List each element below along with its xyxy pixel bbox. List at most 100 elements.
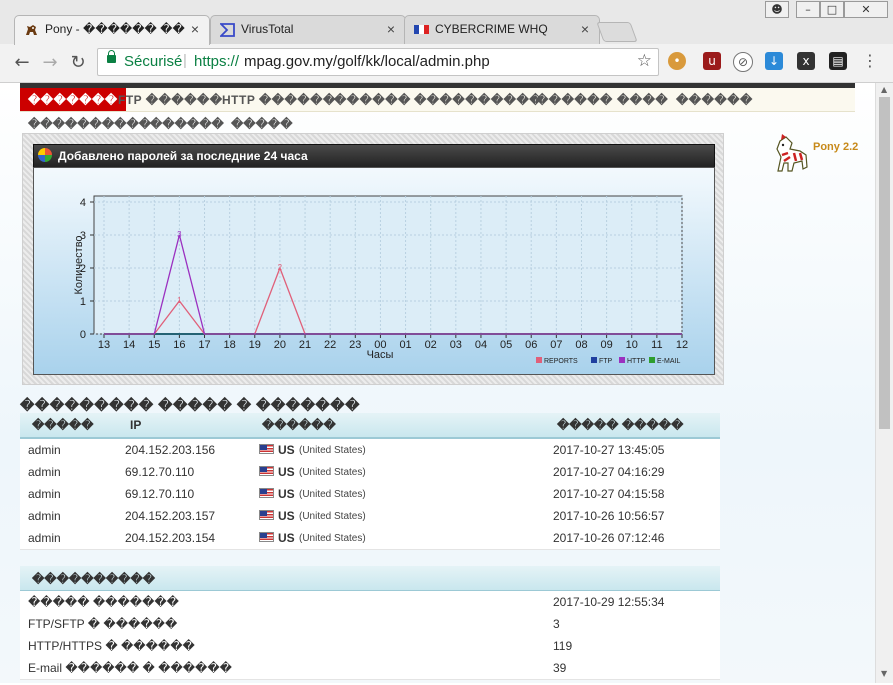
col-ip-header: IP: [130, 418, 142, 432]
time-cell: 2017-10-26 10:56:57: [553, 509, 665, 523]
legend-swatch: [649, 357, 655, 363]
x-extension-icon[interactable]: x: [797, 52, 815, 70]
x-tick-label: 17: [198, 339, 210, 351]
stats-title: ����������: [32, 572, 156, 586]
profile-icon[interactable]: ☻: [765, 1, 789, 18]
close-window-button[interactable]: ✕: [844, 1, 888, 18]
submenu-item-3[interactable]: �����: [231, 117, 293, 131]
x-tick-label: 05: [500, 339, 512, 351]
time-cell: 2017-10-26 07:12:46: [553, 531, 665, 545]
us-flag-icon: [259, 488, 274, 498]
tab-pony[interactable]: Pony - ������ �� ×: [14, 15, 210, 45]
cookie-extension-icon[interactable]: •: [668, 52, 686, 70]
download-extension-icon[interactable]: ↓: [765, 52, 783, 70]
x-tick-label: 12: [676, 339, 688, 351]
forward-arrow-icon[interactable]: →: [39, 52, 61, 73]
scroll-down-arrow-icon[interactable]: ▼: [881, 669, 887, 678]
legend-swatch: [536, 357, 542, 363]
stats-row: FTP/SFTP � ������ 3: [20, 613, 720, 636]
tab-close-icon[interactable]: ×: [191, 21, 199, 37]
time-cell: 2017-10-27 13:45:05: [553, 443, 665, 457]
table-row: admin 69.12.70.110 US (United States) 2017-1…: [20, 483, 720, 506]
x-tick-label: 03: [450, 339, 462, 351]
back-arrow-icon[interactable]: ←: [11, 52, 33, 73]
menu-item-6[interactable]: ������: [536, 93, 613, 107]
table-row: admin 204.152.203.157 US (United States) 201…: [20, 505, 720, 528]
x-tick-label: 06: [525, 339, 537, 351]
chart-title: Добавлено паролей за последние 24 часа: [58, 149, 308, 163]
tab-cybercrime[interactable]: CYBERCRIME WHQ ×: [404, 15, 600, 44]
table-row: admin 69.12.70.110 US (United States) 2017-1…: [20, 461, 720, 484]
country-name-cell: (United States): [299, 533, 366, 544]
menu-item-7[interactable]: ����: [617, 93, 668, 107]
url-text: mpag.gov.my/golf/kk/local/admin.php: [244, 53, 490, 70]
ip-cell: 204.152.203.156: [125, 443, 216, 457]
tab-close-icon[interactable]: ×: [387, 21, 395, 37]
data-label: 3: [177, 230, 182, 239]
menu-item-home[interactable]: �������: [20, 88, 126, 111]
country-name-cell: (United States): [299, 489, 366, 500]
scrollbar-thumb[interactable]: [879, 97, 890, 429]
scroll-up-arrow-icon[interactable]: ▲: [881, 85, 887, 94]
stat-label: HTTP/HTTPS � ������: [28, 639, 195, 653]
user-cell: admin: [28, 487, 61, 501]
menu-item-ftp[interactable]: FTP ������: [118, 93, 223, 107]
x-tick-label: 04: [475, 339, 487, 351]
country-code-cell: US: [278, 465, 295, 479]
submenu-item-1[interactable]: ����������: [28, 117, 151, 131]
logins-table-header: ����� IP ������ ����� �����: [20, 413, 720, 439]
y-axis-label: Количество: [73, 235, 85, 294]
time-cell: 2017-10-27 04:16:29: [553, 465, 665, 479]
maximize-button[interactable]: □: [820, 1, 844, 18]
col-user-header: �����: [32, 418, 94, 432]
reload-icon[interactable]: ↻: [67, 52, 89, 73]
us-flag-icon: [259, 510, 274, 520]
plot-background: [93, 195, 683, 335]
menu-item-4[interactable]: ������: [334, 93, 411, 107]
stat-value: 119: [553, 639, 573, 653]
country-code-cell: US: [278, 531, 295, 545]
table-row: admin 204.152.203.156 US (United States) 201…: [20, 439, 720, 462]
col-time-header: ����� �����: [557, 418, 684, 432]
x-tick-label: 21: [299, 339, 311, 351]
archive-extension-icon[interactable]: ▤: [829, 52, 847, 70]
bookmark-star-icon[interactable]: ☆: [637, 51, 652, 71]
stat-value: 39: [553, 661, 567, 675]
stat-label: ����� �������: [28, 595, 179, 609]
stat-value: 2017-10-29 12:55:34: [553, 595, 665, 609]
menu-item-http[interactable]: HTTP ������: [222, 93, 336, 107]
stat-label: E-mail ������ � ������: [28, 661, 232, 675]
minimize-button[interactable]: –: [796, 1, 820, 18]
address-bar[interactable]: Sécurisé | https:// mpag.gov.my/golf/kk/…: [97, 48, 659, 76]
stats-row: E-mail ������ � ������ 39: [20, 657, 720, 680]
page-scrollbar[interactable]: ▲ ▼: [875, 83, 893, 683]
country-code-cell: US: [278, 487, 295, 501]
x-tick-label: 11: [651, 339, 662, 351]
menu-dots-icon[interactable]: ⋮: [861, 52, 879, 70]
user-cell: admin: [28, 509, 61, 523]
ip-cell: 204.152.203.154: [125, 531, 216, 545]
menu-item-8[interactable]: ������: [676, 93, 753, 107]
submenu-item-2[interactable]: ������: [150, 117, 224, 131]
y-tick-label: 1: [80, 296, 86, 308]
menu-item-5[interactable]: ����������: [414, 93, 542, 107]
secure-label: Sécurisé: [124, 53, 183, 70]
x-tick-label: 20: [274, 339, 286, 351]
ublock-extension-icon[interactable]: u: [703, 52, 721, 70]
time-cell: 2017-10-27 04:15:58: [553, 487, 665, 501]
legend-label: E-MAIL: [657, 358, 680, 365]
page-viewport: ������� FTP ������ HTTP ������ ������ ��…: [0, 83, 875, 683]
table-row: admin 204.152.203.154 US (United States) 201…: [20, 527, 720, 550]
user-cell: admin: [28, 443, 61, 457]
privacy-extension-icon[interactable]: ⊘: [733, 52, 753, 72]
tab-close-icon[interactable]: ×: [581, 21, 589, 37]
country-name-cell: (United States): [299, 467, 366, 478]
new-tab-button[interactable]: [596, 22, 638, 42]
chart-pie-icon: [38, 148, 52, 162]
x-tick-label: 15: [148, 339, 160, 351]
stat-value: 3: [553, 617, 560, 631]
x-tick-label: 22: [324, 339, 336, 351]
stats-table-header: ����������: [20, 566, 720, 592]
chart-area: 0 1 2 3 4 13 14 15 16 17 18 19 20 21 22 23 00 01 02 03 04 05 0…: [33, 167, 715, 375]
tab-virustotal[interactable]: VirusTotal ×: [210, 15, 406, 44]
